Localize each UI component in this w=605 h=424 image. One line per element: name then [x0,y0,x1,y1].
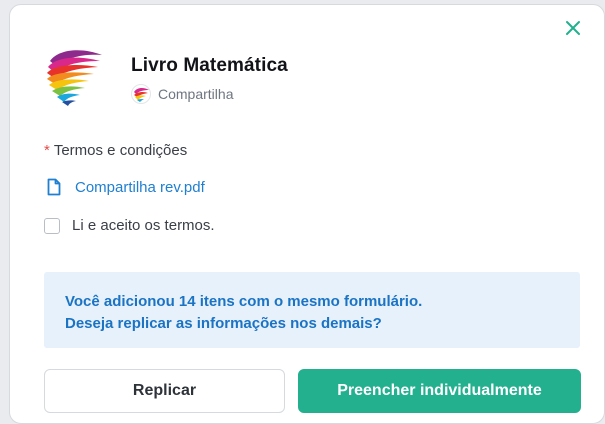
terms-label: * Termos e condições [44,142,187,159]
file-name: Compartilha rev.pdf [75,178,205,196]
accept-terms-row: Li e aceito os termos. [44,217,215,234]
modal-dialog: Livro Matemática Compartilha * Termos e c… [9,4,605,424]
accept-terms-label[interactable]: Li e aceito os termos. [72,217,215,234]
close-button[interactable] [562,17,584,39]
subtitle-row: Compartilha [131,84,288,104]
accept-terms-checkbox[interactable] [44,217,60,234]
app-logo [47,50,102,106]
replicate-button[interactable]: Replicar [44,369,285,413]
terms-file-link[interactable]: Compartilha rev.pdf [46,178,205,196]
dialog-header: Livro Matemática Compartilha [42,45,288,107]
close-icon [566,21,580,35]
dialog-subtitle: Compartilha [158,86,234,102]
dialog-title: Livro Matemática [131,55,288,76]
replicate-notice: Você adicionou 14 itens com o mesmo form… [44,272,580,348]
company-avatar-icon [131,84,151,104]
fill-individually-button[interactable]: Preencher individualmente [298,369,581,413]
notice-line-1: Você adicionou 14 itens com o mesmo form… [65,293,423,310]
document-icon [47,178,61,196]
terms-label-text: Termos e condições [53,142,188,159]
required-marker: * [44,142,50,159]
notice-line-2: Deseja replicar as informações nos demai… [65,315,382,332]
